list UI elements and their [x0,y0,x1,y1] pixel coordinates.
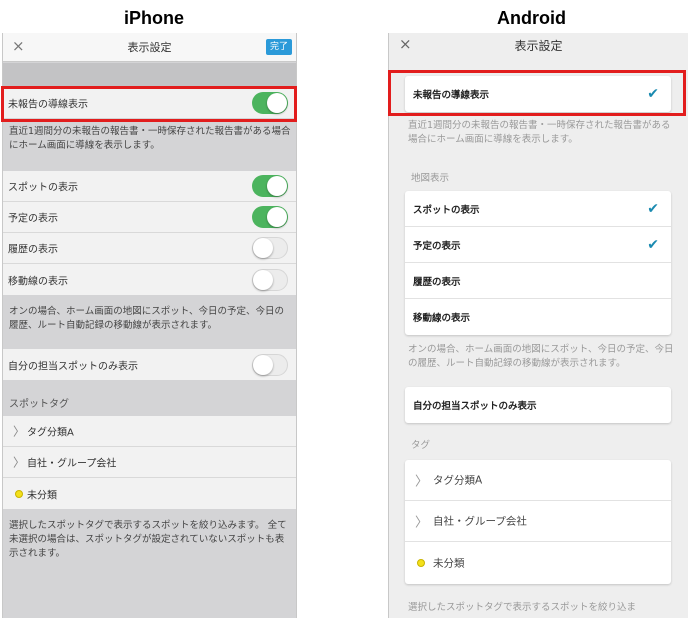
map-item-label: 予定の表示 [413,240,461,252]
own-spots-label: 自分の担当スポットのみ表示 [8,361,138,372]
ios-nav-bar: × 表示設定 完了 [3,33,296,62]
tag-label: タグ分類A [27,427,74,439]
yellow-dot-icon [417,559,425,567]
guide-toggle-label: 未報告の導線表示 [8,99,88,111]
ios-toggle-row[interactable]: 予定の表示 [3,202,296,233]
checkmark-icon: ✔ [647,86,659,102]
android-map-description: オンの場合、ホーム画面の地図にスポット、今日の予定、今日の履歴、ルート自動記録の… [408,344,674,369]
android-nav-bar: × 表示設定 [389,33,688,57]
chevron-right-icon: 〉 [415,515,429,531]
android-guide-description: 直近1週間分の未報告の報告書・一時保存された報告書がある場合にホーム画面に導線を… [408,120,671,145]
android-tag-row[interactable]: 〉 自社・グループ会社 [405,501,671,542]
checkmark-icon: ✔ [647,236,659,253]
ios-toggle-row[interactable]: 移動線の表示 [3,264,296,295]
ios-map-description: オンの場合、ホーム画面の地図にスポット、今日の予定、今日の履歴、ルート自動記録の… [9,306,285,331]
iphone-platform-title: iPhone [124,8,185,28]
ios-tag-row[interactable]: 〉 自社・グループ会社 [3,447,296,478]
toggle-row-label: スポットの表示 [8,182,78,194]
android-map-row[interactable]: 移動線の表示 [405,299,671,335]
ios-tag-row[interactable]: 〉 タグ分類A [3,416,296,447]
ios-guide-description: 直近1週間分の未報告の報告書・一時保存された報告書がある場合にホーム画面に導線を… [9,126,291,151]
map-item-label: 移動線の表示 [413,313,471,324]
chevron-right-icon: 〉 [13,455,26,470]
android-map-row[interactable]: スポットの表示 ✔ [405,191,671,227]
map-item-label: スポットの表示 [413,204,480,216]
android-map-section-header: 地図表示 [411,173,450,184]
android-map-row[interactable]: 履歴の表示 [405,263,671,299]
ios-guide-toggle-row[interactable]: 未報告の導線表示 [3,88,296,118]
ios-page-title: 表示設定 [127,41,172,54]
android-guide-card[interactable]: 未報告の導線表示 ✔ [405,76,671,112]
checkmark-icon: ✔ [647,200,659,217]
android-platform-title: Android [497,8,566,28]
android-own-spots-card[interactable]: 自分の担当スポットのみ表示 [405,387,671,423]
toggle-row-label: 履歴の表示 [8,244,58,256]
tag-label: 未分類 [433,557,465,570]
ios-own-spots-row[interactable]: 自分の担当スポットのみ表示 [3,349,296,380]
android-tag-card: 〉 タグ分類A 〉 自社・グループ会社 未分類 [405,460,671,584]
yellow-dot-icon [15,489,23,498]
tag-label: タグ分類A [433,474,483,487]
tag-label: 未分類 [27,490,57,501]
own-spots-toggle-switch[interactable] [252,353,288,376]
ios-tag-section-header: スポットタグ [9,399,69,410]
android-guide-row[interactable]: 未報告の導線表示 ✔ [405,76,671,112]
tag-label: 自社・グループ会社 [27,458,117,470]
android-screen: × 表示設定 未報告の導線表示 ✔ 直近1週間分の未報告の報告書・一時保存された… [388,33,688,618]
android-tag-row[interactable]: 〉 タグ分類A [405,460,671,501]
toggle-switch[interactable] [252,206,288,228]
ios-toggle-row[interactable]: スポットの表示 [3,171,296,202]
android-map-card: スポットの表示 ✔ 予定の表示 ✔ 履歴の表示 移動線の表示 [405,191,671,335]
own-spots-label: 自分の担当スポットのみ表示 [413,401,537,412]
android-page-title: 表示設定 [514,39,563,53]
chevron-right-icon: 〉 [415,474,429,490]
iphone-screen: × 表示設定 完了 未報告の導線表示 直近1週間分の未報告の報告書・一時保存され… [2,33,297,618]
android-map-row[interactable]: 予定の表示 ✔ [405,227,671,263]
toggle-switch[interactable] [252,268,288,291]
ios-tag-row[interactable]: 未分類 [3,478,296,509]
guide-item-label: 未報告の導線表示 [413,90,490,101]
ios-toggle-row[interactable]: 履歴の表示 [3,233,296,264]
guide-toggle-switch[interactable] [252,92,288,114]
ios-tag-description: 選択したスポットタグで表示するスポットを絞り込みます。 全て未選択の場合は、スポ… [9,520,287,559]
android-own-spots-row[interactable]: 自分の担当スポットのみ表示 [405,387,671,423]
toggle-switch[interactable] [252,175,288,197]
map-item-label: 履歴の表示 [413,276,461,288]
toggle-row-label: 移動線の表示 [8,276,68,287]
tag-label: 自社・グループ会社 [433,515,527,528]
android-tag-section-header: タグ [411,440,431,451]
toggle-row-label: 予定の表示 [8,213,58,225]
toggle-switch[interactable] [252,237,288,259]
done-button[interactable]: 完了 [266,39,292,55]
chevron-right-icon: 〉 [13,424,26,439]
android-tag-description: 選択したスポットタグで表示するスポットを絞り込ま [408,602,637,613]
android-tag-row[interactable]: 未分類 [405,542,671,584]
